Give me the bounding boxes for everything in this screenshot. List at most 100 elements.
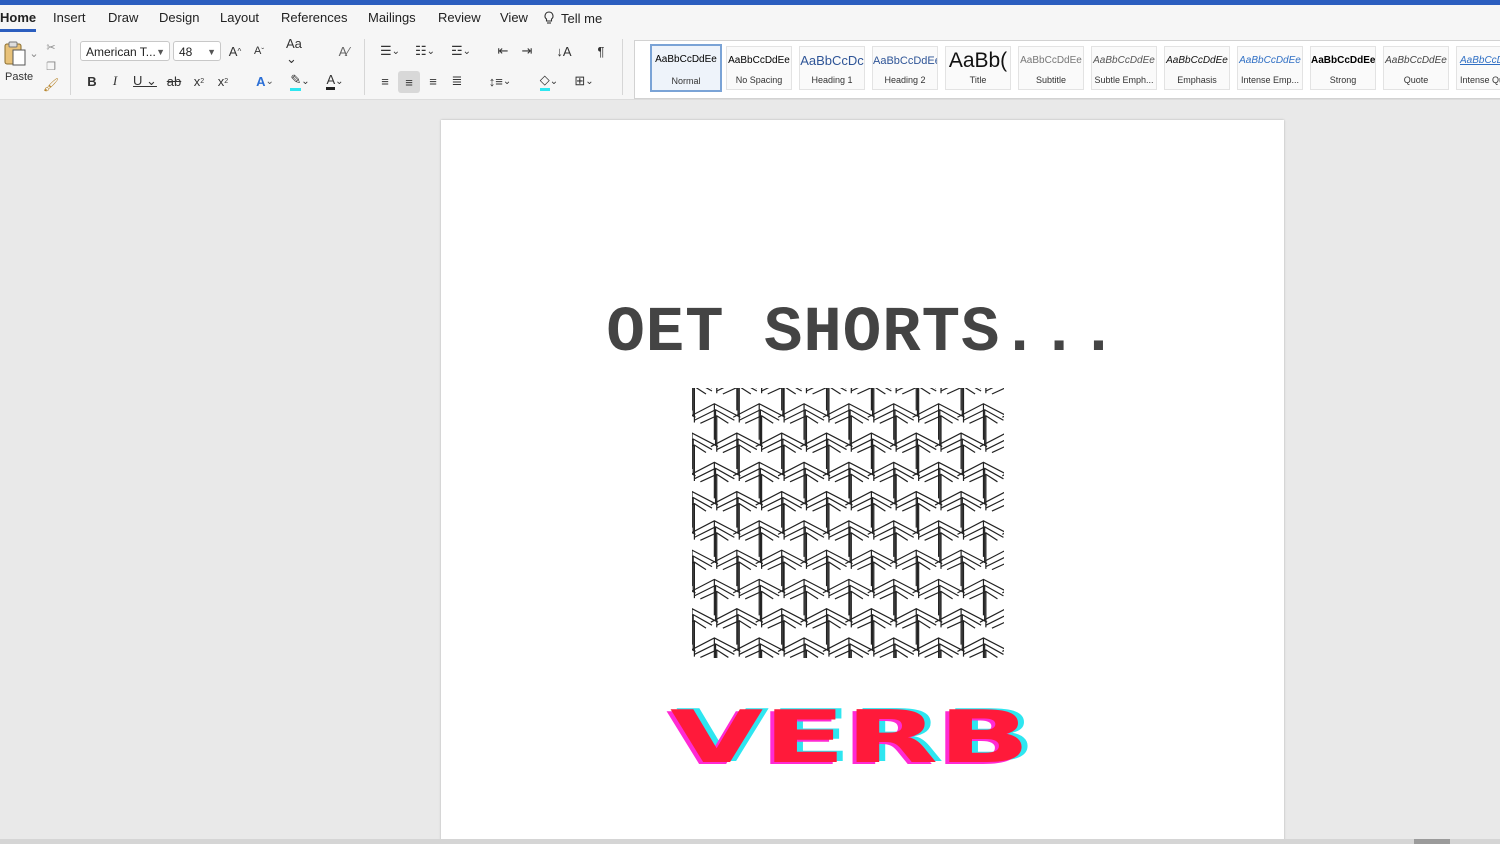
tab-insert[interactable]: Insert xyxy=(53,11,86,29)
change-case-icon[interactable]: Aa ⌄ xyxy=(286,36,316,66)
style-name: Emphasis xyxy=(1177,75,1217,85)
style-no-spacing[interactable]: AaBbCcDdEe No Spacing xyxy=(726,46,792,90)
pattern-stroke xyxy=(985,439,1004,451)
pattern-stroke xyxy=(867,403,921,440)
style-subtitle[interactable]: AaBbCcDdEe Subtitle xyxy=(1018,46,1084,90)
style-intense-emphasis[interactable]: AaBbCcDdEe Intense Emp... xyxy=(1237,46,1303,90)
italic-icon[interactable]: I xyxy=(107,71,123,91)
pattern-stroke xyxy=(867,578,921,616)
tell-me[interactable]: Tell me xyxy=(543,11,602,26)
style-subtle-emphasis[interactable]: AaBbCcDdEe Subtle Emph... xyxy=(1091,46,1157,90)
paste-label: Paste xyxy=(5,71,34,83)
tab-references[interactable]: References xyxy=(281,11,347,29)
tab-review[interactable]: Review xyxy=(438,11,481,29)
pattern-stroke xyxy=(755,549,808,587)
shrink-font-icon[interactable]: Aˇ xyxy=(250,41,268,61)
pattern-stroke xyxy=(732,578,786,616)
strikethrough-icon[interactable]: ab xyxy=(165,71,183,91)
align-right-icon[interactable]: ≡ xyxy=(424,71,442,91)
justify-icon[interactable]: ≣ xyxy=(448,71,466,91)
document-page[interactable]: OET SHORTS... VERB VERB VERB xyxy=(441,120,1284,844)
style-intense-quote[interactable]: AaBbCcD Intense Qu... xyxy=(1456,46,1500,90)
pattern-stroke xyxy=(800,607,853,645)
pattern-stroke xyxy=(912,403,965,440)
borders-icon[interactable]: ⊞ ⌄ xyxy=(568,71,600,91)
pattern-stroke xyxy=(912,520,965,557)
style-name: Quote xyxy=(1403,75,1429,85)
style-heading-1[interactable]: AaBbCcDc Heading 1 xyxy=(799,46,865,90)
superscript-icon[interactable]: x2 xyxy=(214,71,232,91)
style-sample: AaBbCcDdEe xyxy=(1385,55,1447,66)
copy-icon[interactable]: ❐ xyxy=(43,58,59,74)
tab-mailings[interactable]: Mailings xyxy=(368,11,416,29)
logo-red-layer: VERB xyxy=(670,705,1030,767)
cut-icon[interactable]: ✂ xyxy=(43,39,59,55)
bold-icon[interactable]: B xyxy=(84,71,100,91)
highlight-color-icon[interactable]: ✎ ⌄ xyxy=(285,71,315,91)
style-name: Subtitle xyxy=(1035,75,1067,85)
pattern-stroke xyxy=(935,388,988,411)
clear-formatting-icon[interactable]: A⁄ xyxy=(334,41,354,61)
tab-design[interactable]: Design xyxy=(159,11,199,29)
align-left-icon[interactable]: ≡ xyxy=(376,71,394,91)
style-sample: AaBbCcDdEe xyxy=(1239,55,1301,66)
multilevel-list-icon[interactable]: ☲ ⌄ xyxy=(446,41,476,61)
pattern-stroke xyxy=(822,637,876,658)
bullets-icon[interactable]: ☰ ⌄ xyxy=(375,41,405,61)
subscript-icon[interactable]: x2 xyxy=(190,71,208,91)
font-name-dropdown[interactable]: American T... ▼ xyxy=(80,41,170,61)
sort-icon[interactable]: ↓A xyxy=(554,41,574,61)
style-name: Heading 1 xyxy=(811,75,853,85)
style-title[interactable]: AaBb( Title xyxy=(945,46,1011,90)
style-sample: AaBbCcDc xyxy=(800,53,864,68)
styles-gallery: AaBbCcDdEe Normal AaBbCcDdEe No Spacing … xyxy=(634,40,1500,99)
pattern-stroke xyxy=(934,432,988,470)
lightbulb-icon xyxy=(544,11,554,24)
underline-icon[interactable]: U ⌄ xyxy=(130,71,160,91)
pattern-stroke xyxy=(800,549,853,587)
pattern-stroke xyxy=(889,549,943,587)
tab-layout[interactable]: Layout xyxy=(220,11,259,29)
numbering-icon[interactable]: ☷ ⌄ xyxy=(410,41,440,61)
horizontal-scrollbar[interactable] xyxy=(0,839,1500,844)
pattern-stroke xyxy=(732,520,786,557)
font-size-dropdown[interactable]: 48 ▼ xyxy=(173,41,221,61)
show-formatting-marks-icon[interactable]: ¶ xyxy=(592,41,610,61)
paste-options-chevron-icon[interactable]: ⌄ xyxy=(29,47,39,60)
pattern-stroke xyxy=(934,607,988,645)
line-spacing-icon[interactable]: ↕≡ ⌄ xyxy=(484,71,516,91)
tell-me-label: Tell me xyxy=(561,11,603,26)
paste-icon[interactable] xyxy=(2,39,30,69)
align-center-icon[interactable]: ≡ xyxy=(398,71,420,93)
text-effects-icon[interactable]: A ⌄ xyxy=(250,71,280,91)
divider xyxy=(622,39,623,95)
pattern-stroke xyxy=(777,520,831,557)
decrease-indent-icon[interactable]: ⇤ xyxy=(494,41,512,61)
shading-icon[interactable]: ◇ ⌄ xyxy=(534,71,564,91)
increase-indent-icon[interactable]: ⇥ xyxy=(518,41,536,61)
font-color-icon[interactable]: A ⌄ xyxy=(320,71,350,91)
pattern-stroke xyxy=(710,607,764,645)
scrollbar-thumb[interactable] xyxy=(1414,839,1450,844)
pattern-stroke xyxy=(867,637,921,658)
style-normal[interactable]: AaBbCcDdEe Normal xyxy=(650,44,722,92)
document-title: OET SHORTS... xyxy=(606,298,1119,370)
style-quote[interactable]: AaBbCcDdEe Quote xyxy=(1383,46,1449,90)
pattern-stroke xyxy=(777,578,831,616)
verb-logo: VERB VERB VERB xyxy=(666,705,1036,767)
style-sample: AaBbCcDdEe xyxy=(1311,55,1376,66)
style-emphasis[interactable]: AaBbCcDdEe Emphasis xyxy=(1164,46,1230,90)
pattern-stroke xyxy=(777,403,831,440)
chevron-down-icon: ▼ xyxy=(156,47,165,57)
style-name: Subtle Emph... xyxy=(1094,75,1154,85)
tab-draw[interactable]: Draw xyxy=(108,11,138,29)
tab-home[interactable]: Home xyxy=(0,11,37,32)
style-strong[interactable]: AaBbCcDdEe Strong xyxy=(1310,46,1376,90)
grow-font-icon[interactable]: A ^ xyxy=(226,41,244,61)
style-heading-2[interactable]: AaBbCcDdEe Heading 2 xyxy=(872,46,938,90)
pattern-stroke xyxy=(934,549,988,587)
pattern-stroke xyxy=(912,637,965,658)
format-painter-icon[interactable]: 🖌 xyxy=(43,77,60,93)
pattern-stroke xyxy=(889,432,943,470)
tab-view[interactable]: View xyxy=(500,11,528,29)
